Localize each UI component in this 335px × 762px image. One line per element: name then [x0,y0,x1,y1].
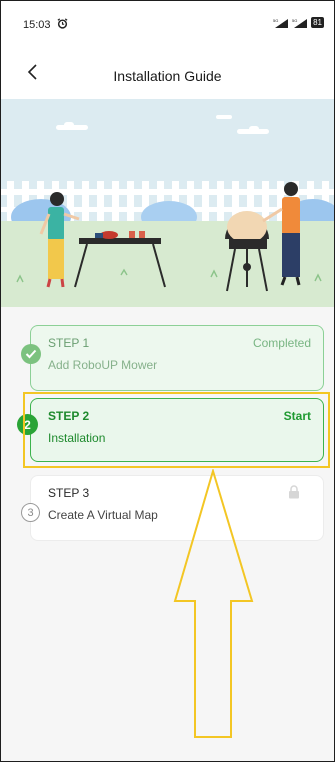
page-title: Installation Guide [113,68,222,84]
backyard-scene-image [1,115,334,307]
app-header: Installation Guide [1,56,334,92]
status-bar: 15:03 5G 5G 81 [1,1,334,31]
step-subtitle: Create A Virtual Map [48,508,158,522]
signal-icon: 5G [292,18,308,28]
step-title: STEP 1 [48,336,90,350]
alarm-icon [57,18,68,29]
bbq-illustration [1,99,334,307]
status-time: 15:03 [23,19,51,31]
step-title: STEP 3 [48,486,90,500]
step-status-completed: Completed [252,336,311,350]
status-icons: 5G 5G 81 [273,17,324,28]
lock-icon [289,485,299,499]
check-icon [21,344,41,364]
battery-indicator: 81 [311,17,324,28]
svg-text:5G: 5G [292,18,297,23]
signal-icon: 5G [273,18,289,28]
highlight-box [23,392,330,468]
step-card-1[interactable]: STEP 1 Completed Add RoboUP Mower [30,325,324,391]
steps-panel: STEP 1 Completed Add RoboUP Mower STEP 2… [1,307,334,761]
step-number-badge: 3 [21,503,40,522]
phone-screen: 15:03 5G 5G 81 Installation Guide STEP 1… [0,0,335,762]
step-subtitle: Add RoboUP Mower [48,358,158,372]
up-arrow-annotation [173,469,254,738]
svg-text:5G: 5G [273,18,278,23]
